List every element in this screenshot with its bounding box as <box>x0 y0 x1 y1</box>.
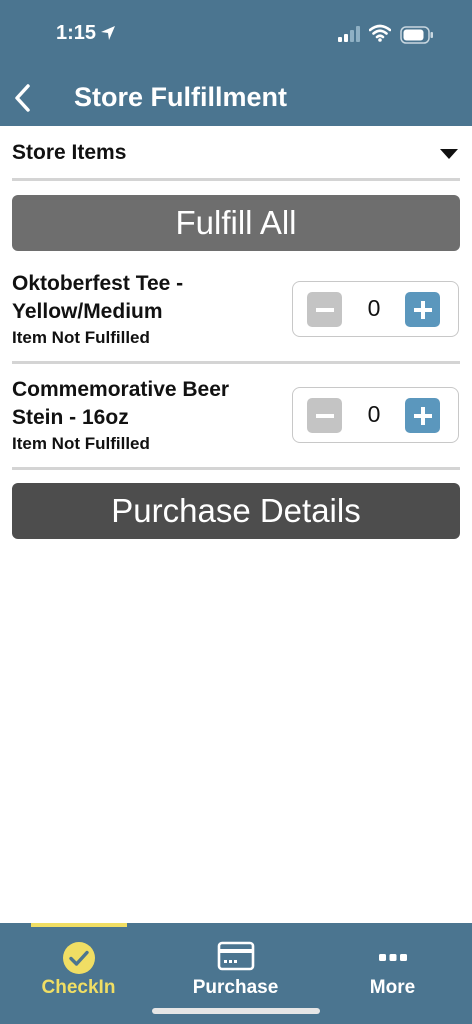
quantity-stepper: 0 <box>292 387 459 443</box>
quantity-value: 0 <box>367 401 381 427</box>
caret-down-icon <box>440 149 458 159</box>
tab-label: CheckIn <box>41 977 116 998</box>
tab-icon-wrap <box>314 941 471 975</box>
increment-button[interactable] <box>405 398 440 433</box>
plus-icon <box>413 300 432 319</box>
tab-purchase[interactable]: Purchase <box>157 923 314 1013</box>
quantity-value: 0 <box>367 295 381 321</box>
nav-row: Store Fulfillment <box>0 70 472 126</box>
list-item: Commemorative Beer Stein - 16oz Item Not… <box>12 364 460 470</box>
decrement-button[interactable] <box>307 292 342 327</box>
item-name: Oktoberfest Tee - Yellow/Medium <box>12 272 184 323</box>
page-title: Store Fulfillment <box>74 82 288 112</box>
chevron-left-icon <box>15 84 30 112</box>
more-dots-icon <box>378 954 407 961</box>
tab-label: Purchase <box>192 977 279 998</box>
status-time: 1:15 <box>56 22 97 44</box>
minus-icon <box>315 307 334 312</box>
back-button[interactable] <box>2 76 42 120</box>
tab-more[interactable]: More <box>314 923 471 1013</box>
cellular-signal-icon <box>338 26 360 42</box>
check-circle-icon <box>62 942 95 974</box>
quantity-stepper: 0 <box>292 281 459 337</box>
app-screen: 1:15 Store Fulfillment Store Items Fulfi… <box>0 0 472 1024</box>
location-arrow-icon <box>101 26 115 40</box>
plus-icon <box>413 406 432 425</box>
section-title: Store Items <box>12 141 127 164</box>
decrement-button[interactable] <box>307 398 342 433</box>
tab-icon-wrap <box>157 941 314 975</box>
item-status: Item Not Fulfilled <box>12 328 150 347</box>
list-item: Oktoberfest Tee - Yellow/Medium Item Not… <box>12 252 460 364</box>
header: 1:15 Store Fulfillment <box>0 0 472 126</box>
minus-icon <box>315 413 334 418</box>
tab-icon-wrap <box>0 941 157 975</box>
store-items-section-toggle[interactable]: Store Items <box>12 127 460 181</box>
item-status: Item Not Fulfilled <box>12 434 150 453</box>
wifi-icon <box>369 24 391 42</box>
tab-checkin[interactable]: CheckIn <box>0 923 157 1013</box>
active-tab-indicator <box>31 923 127 927</box>
increment-button[interactable] <box>405 292 440 327</box>
tab-label: More <box>369 977 416 998</box>
status-bar: 1:15 <box>0 0 472 70</box>
card-icon <box>217 941 254 971</box>
battery-icon <box>400 26 433 44</box>
item-name: Commemorative Beer Stein - 16oz <box>12 378 230 429</box>
fulfill-all-button[interactable]: Fulfill All <box>12 195 460 251</box>
purchase-details-button[interactable]: Purchase Details <box>12 483 460 539</box>
home-indicator <box>152 1008 320 1014</box>
